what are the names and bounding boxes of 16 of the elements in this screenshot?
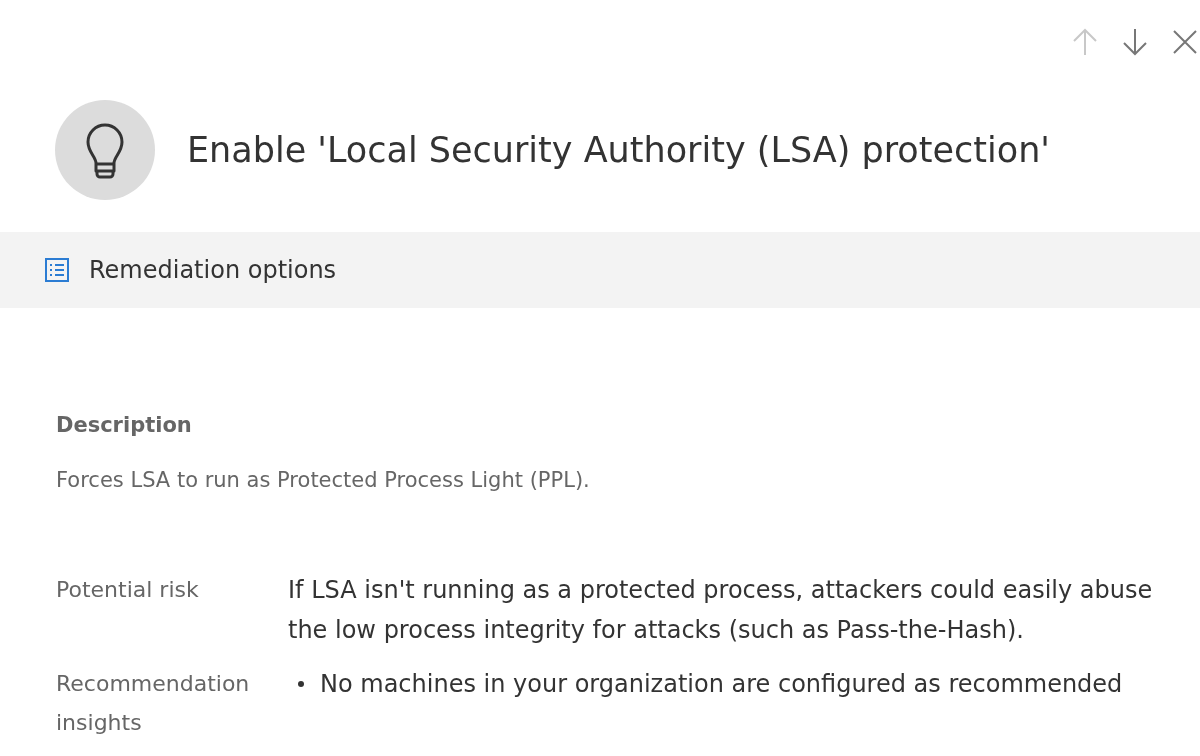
remediation-options-button[interactable]: Remediation options <box>45 256 337 284</box>
down-arrow-icon <box>1122 28 1148 56</box>
detail-label: Recommendation insights <box>56 670 251 737</box>
insight-text: No machines in your organization are configured as recommended <box>320 669 1123 700</box>
bullet-icon <box>298 681 304 687</box>
list-icon <box>45 258 69 282</box>
detail-label: Potential risk <box>56 576 200 604</box>
close-icon <box>1172 28 1198 56</box>
close-button[interactable] <box>1172 28 1198 56</box>
lightbulb-icon <box>55 100 155 200</box>
detail-value: If LSA isn't running as a protected process, attackers could easily abuse the low process integrity for attacks (such as Pass-the-Hash). <box>288 575 1154 646</box>
section-heading: Description <box>56 412 193 439</box>
panel-title: Enable 'Local Security Authority (LSA) protection' <box>187 130 1050 170</box>
next-button[interactable] <box>1122 28 1148 56</box>
description-text: Forces LSA to run as Protected Process Light (PPL). <box>56 467 591 494</box>
up-arrow-icon <box>1072 28 1098 56</box>
